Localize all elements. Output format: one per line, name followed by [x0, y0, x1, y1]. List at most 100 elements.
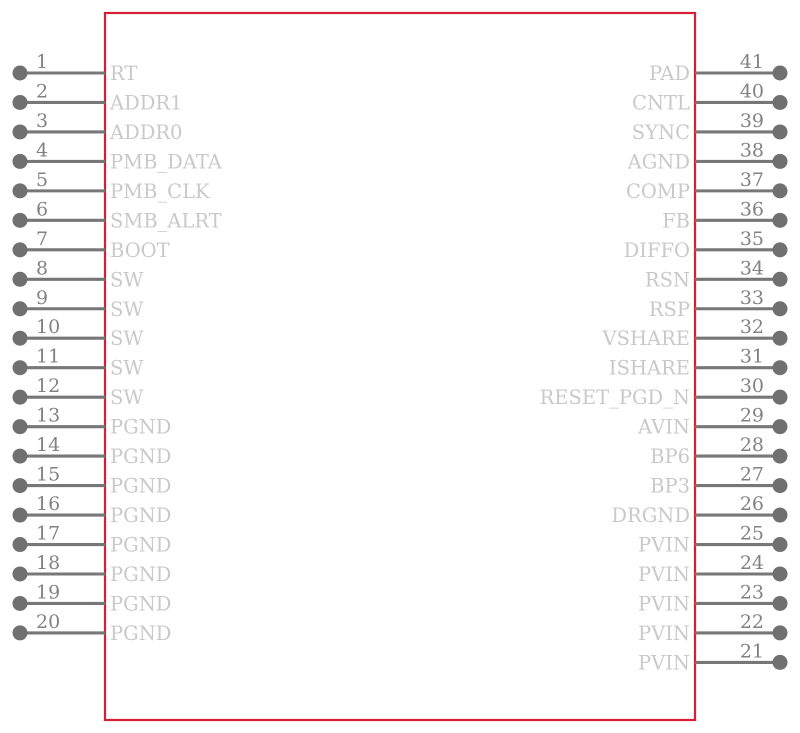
- pin-name-label: SW: [110, 386, 143, 409]
- pin-name-label: AVIN: [637, 416, 690, 439]
- pin-terminal-dot[interactable]: [12, 360, 28, 376]
- pin-name-label: PVIN: [638, 622, 690, 645]
- pin-terminal-dot[interactable]: [772, 124, 788, 140]
- pin-name-label: RESET_PGD_N: [540, 386, 690, 409]
- pin-terminal-dot[interactable]: [772, 271, 788, 287]
- pin-number-label: 23: [740, 581, 764, 603]
- pin-terminal-dot[interactable]: [12, 507, 28, 523]
- pin-terminal-dot[interactable]: [772, 507, 788, 523]
- ic-body-outline: [103, 11, 697, 722]
- pin-20[interactable]: 20 PGND: [12, 611, 172, 645]
- pin-number-label: 38: [740, 139, 764, 161]
- pin-terminal-dot[interactable]: [12, 537, 28, 553]
- pin-36[interactable]: 36 FB: [662, 198, 788, 232]
- pin-terminal-dot[interactable]: [772, 183, 788, 199]
- left-pin-group: 1 RT 2 ADDR1 3 ADDR0 4 PMB_DATA 5 PMB_CLK 6 SMB_ALR…: [12, 51, 223, 645]
- pin-number-label: 39: [740, 110, 764, 132]
- pin-28[interactable]: 28 BP6: [650, 434, 788, 468]
- pin-terminal-dot[interactable]: [12, 595, 28, 611]
- pin-terminal-dot[interactable]: [772, 625, 788, 641]
- pin-name-label: PVIN: [638, 534, 690, 557]
- pin-name-label: ISHARE: [609, 357, 690, 380]
- pin-number-label: 21: [740, 640, 764, 662]
- pin-number-label: 32: [740, 316, 764, 338]
- pin-number-label: 26: [740, 493, 764, 515]
- pin-34[interactable]: 34 RSN: [645, 257, 788, 291]
- pin-terminal-dot[interactable]: [12, 301, 28, 317]
- pin-1[interactable]: 1 RT: [12, 51, 138, 85]
- pin-terminal-dot[interactable]: [12, 242, 28, 258]
- pin-name-label: PMB_DATA: [110, 150, 223, 173]
- pin-29[interactable]: 29 AVIN: [637, 405, 788, 439]
- pin-name-label: CNTL: [632, 91, 690, 114]
- pin-number-label: 31: [740, 346, 764, 368]
- pin-name-label: RT: [110, 62, 137, 85]
- pin-21[interactable]: 21 PVIN: [638, 640, 788, 674]
- pin-terminal-dot[interactable]: [772, 153, 788, 169]
- pin-name-label: BP3: [650, 475, 690, 498]
- pin-number-label: 1: [36, 51, 48, 73]
- pin-terminal-dot[interactable]: [12, 566, 28, 582]
- pin-terminal-dot[interactable]: [772, 65, 788, 81]
- pin-number-label: 6: [36, 198, 48, 220]
- pin-name-label: PGND: [110, 592, 171, 615]
- pin-24[interactable]: 24 PVIN: [638, 552, 788, 586]
- pin-name-label: COMP: [626, 180, 690, 203]
- pin-name-label: RSP: [649, 298, 690, 321]
- pin-9[interactable]: 9 SW: [12, 287, 144, 321]
- pin-terminal-dot[interactable]: [12, 448, 28, 464]
- pin-terminal-dot[interactable]: [772, 301, 788, 317]
- schematic-symbol-drawing: 1 RT 2 ADDR1 3 ADDR0 4 PMB_DATA 5 PMB_CLK 6 SMB_ALR…: [12, 11, 788, 722]
- pin-terminal-dot[interactable]: [12, 153, 28, 169]
- pin-name-label: SW: [110, 357, 143, 380]
- pin-terminal-dot[interactable]: [772, 419, 788, 435]
- pin-name-label: SW: [110, 298, 143, 321]
- pin-12[interactable]: 12 SW: [12, 375, 144, 409]
- pin-number-label: 16: [36, 493, 60, 515]
- pin-22[interactable]: 22 PVIN: [638, 611, 788, 645]
- pin-25[interactable]: 25 PVIN: [638, 523, 788, 557]
- pin-11[interactable]: 11 SW: [12, 346, 144, 380]
- pin-41[interactable]: 41 PAD: [649, 51, 788, 85]
- schematic-symbol-canvas: 1 RT 2 ADDR1 3 ADDR0 4 PMB_DATA 5 PMB_CLK 6 SMB_ALR…: [0, 0, 800, 733]
- pin-terminal-dot[interactable]: [772, 537, 788, 553]
- pin-terminal-dot[interactable]: [772, 654, 788, 670]
- pin-40[interactable]: 40 CNTL: [632, 80, 788, 114]
- pin-8[interactable]: 8 SW: [12, 257, 144, 291]
- pin-number-label: 29: [740, 405, 764, 427]
- pin-terminal-dot[interactable]: [772, 566, 788, 582]
- pin-23[interactable]: 23 PVIN: [638, 581, 788, 615]
- pin-number-label: 14: [36, 434, 60, 456]
- pin-terminal-dot[interactable]: [12, 419, 28, 435]
- pin-33[interactable]: 33 RSP: [649, 287, 788, 321]
- pin-terminal-dot[interactable]: [772, 212, 788, 228]
- pin-terminal-dot[interactable]: [12, 65, 28, 81]
- pin-terminal-dot[interactable]: [12, 124, 28, 140]
- pin-terminal-dot[interactable]: [772, 595, 788, 611]
- pin-terminal-dot[interactable]: [772, 389, 788, 405]
- pin-name-label: AGND: [627, 150, 690, 173]
- pin-number-label: 20: [36, 611, 60, 633]
- pin-terminal-dot[interactable]: [12, 625, 28, 641]
- pin-terminal-dot[interactable]: [12, 330, 28, 346]
- pin-terminal-dot[interactable]: [12, 94, 28, 110]
- pin-name-label: ADDR1: [109, 91, 182, 114]
- pin-terminal-dot[interactable]: [772, 448, 788, 464]
- pin-terminal-dot[interactable]: [772, 478, 788, 494]
- pin-terminal-dot[interactable]: [12, 478, 28, 494]
- pin-terminal-dot[interactable]: [772, 242, 788, 258]
- pin-terminal-dot[interactable]: [12, 389, 28, 405]
- pin-terminal-dot[interactable]: [12, 212, 28, 228]
- pin-terminal-dot[interactable]: [12, 271, 28, 287]
- pin-number-label: 24: [740, 552, 764, 574]
- pin-number-label: 10: [36, 316, 60, 338]
- pin-terminal-dot[interactable]: [772, 330, 788, 346]
- pin-39[interactable]: 39 SYNC: [632, 110, 788, 144]
- pin-terminal-dot[interactable]: [772, 94, 788, 110]
- pin-27[interactable]: 27 BP3: [650, 464, 788, 498]
- pin-terminal-dot[interactable]: [12, 183, 28, 199]
- pin-10[interactable]: 10 SW: [12, 316, 144, 350]
- pin-name-label: SW: [110, 268, 143, 291]
- pin-terminal-dot[interactable]: [772, 360, 788, 376]
- pin-name-label: PVIN: [638, 563, 690, 586]
